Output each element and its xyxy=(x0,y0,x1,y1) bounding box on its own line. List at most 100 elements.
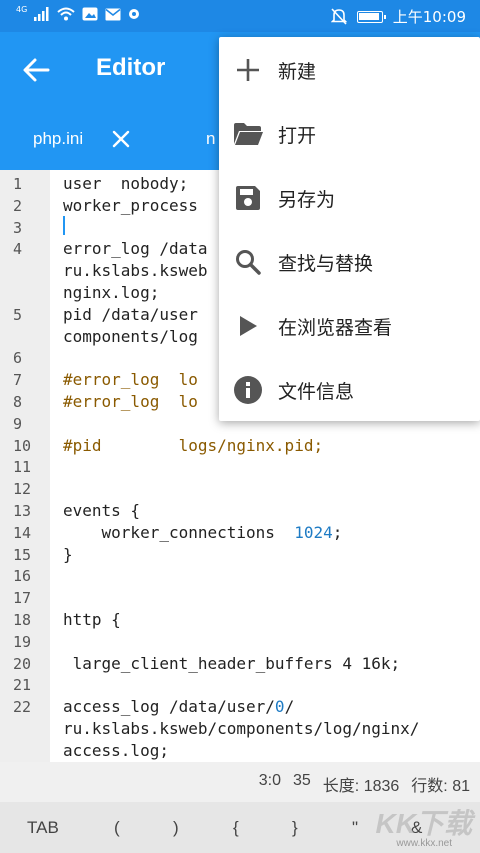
code-text: ru.kslabs.ksweb xyxy=(63,261,208,280)
page-title: Editor xyxy=(96,54,166,81)
line-number: 12 xyxy=(13,480,32,499)
key-close-paren[interactable]: ) xyxy=(173,818,179,838)
line-number: 17 xyxy=(13,589,32,608)
line-count: 行数: 81 xyxy=(411,778,470,795)
line-number: 10 xyxy=(13,436,32,455)
code-line: 13 events { xyxy=(0,501,480,523)
cursor-position: 3:0 xyxy=(258,772,281,789)
menu-item-label: 另存为 xyxy=(278,188,336,211)
code-segment: pid /data/user xyxy=(63,304,198,324)
code-text: events { xyxy=(63,501,140,520)
menu-item-view-in-browser[interactable]: 在浏览器查看 xyxy=(219,294,480,358)
code-segment: ru.kslabs.ksweb xyxy=(63,261,208,281)
menu-item-label: 文件信息 xyxy=(278,380,355,403)
code-segment: access.log; xyxy=(63,740,169,760)
back-arrow-icon[interactable] xyxy=(18,52,54,88)
line-number: 11 xyxy=(13,458,32,477)
code-segment: nginx.log; xyxy=(63,283,160,302)
code-text: access_log /data/user/0/ xyxy=(63,697,294,716)
line-number: 14 xyxy=(13,523,32,542)
code-line: 18 http { xyxy=(0,610,480,632)
code-line: ru.kslabs.ksweb/components/log/nginx/ xyxy=(0,719,480,741)
line-number: 6 xyxy=(13,349,23,368)
key-close-brace[interactable]: } xyxy=(292,818,298,838)
image-icon xyxy=(82,7,98,21)
code-line: 15} xyxy=(0,545,480,567)
line-number: 1 xyxy=(13,175,23,193)
symbol-toolbar: TAB ( ) { } " & KK下载 www.kkx.net xyxy=(0,802,480,853)
menu-item-open[interactable]: 打开 xyxy=(219,102,480,166)
menu-item-label: 新建 xyxy=(278,60,317,83)
code-line: 21 xyxy=(0,675,480,697)
line-number: 20 xyxy=(13,654,32,673)
code-segment: components/log xyxy=(63,326,198,346)
code-text: access.log; xyxy=(63,741,169,760)
code-segment: access_log /data/user/ xyxy=(63,697,275,717)
menu-item-find-replace[interactable]: 查找与替换 xyxy=(219,230,480,294)
play-icon xyxy=(233,311,263,341)
signal-icon xyxy=(34,7,49,21)
key-open-brace[interactable]: { xyxy=(233,818,239,838)
close-icon[interactable] xyxy=(111,129,131,149)
code-text: user nobody; xyxy=(63,174,188,193)
code-segment: worker_process xyxy=(63,195,198,215)
code-line: 20 large_client_header_buffers 4 16k; xyxy=(0,654,480,676)
menu-item-file-info[interactable]: 文件信息 xyxy=(219,358,480,422)
code-number: 1024 xyxy=(294,522,333,542)
tab-php-ini[interactable]: php.ini xyxy=(0,108,172,170)
battery-icon xyxy=(356,10,386,23)
folder-open-icon xyxy=(233,119,263,149)
tab-label: n xyxy=(206,129,216,148)
mute-bell-icon xyxy=(330,8,347,25)
code-text: #error_log lo xyxy=(63,392,198,411)
text-cursor xyxy=(63,216,65,235)
code-line: 11 xyxy=(0,457,480,479)
code-text: components/log xyxy=(63,327,198,346)
line-number: 19 xyxy=(13,632,32,651)
code-line: 16 xyxy=(0,566,480,588)
code-text: http { xyxy=(63,610,121,629)
line-number: 8 xyxy=(13,393,23,411)
menu-item-label: 打开 xyxy=(278,124,317,147)
key-quote[interactable]: " xyxy=(352,818,358,838)
code-text: #error_log lo xyxy=(63,370,198,389)
code-segment: events { xyxy=(63,501,141,520)
code-text: large_client_header_buffers 4 16k; xyxy=(63,654,401,673)
code-segment: / xyxy=(284,697,295,717)
code-line: 17 xyxy=(0,588,480,610)
line-number: 21 xyxy=(13,676,32,695)
length-info: 长度: 1836 xyxy=(322,778,400,795)
code-text: ru.kslabs.ksweb/components/log/nginx/ xyxy=(63,719,419,738)
code-text: nginx.log; xyxy=(63,283,159,302)
clock: 上午10:09 xyxy=(392,8,466,26)
code-segment: worker_connections xyxy=(63,522,295,542)
save-icon xyxy=(233,183,263,213)
code-segment: ; xyxy=(332,522,343,542)
wifi-icon xyxy=(57,7,75,21)
code-text: error_log /data xyxy=(63,239,208,258)
tab-nginx[interactable]: n xyxy=(206,108,215,170)
code-number: 0 xyxy=(274,697,285,717)
column-count: 35 xyxy=(293,772,311,789)
code-line: 22 access_log /data/user/0/ xyxy=(0,697,480,719)
code-line: 12 xyxy=(0,479,480,501)
menu-item-new[interactable]: 新建 xyxy=(219,38,480,102)
line-number: 13 xyxy=(13,502,32,520)
key-open-paren[interactable]: ( xyxy=(114,818,120,838)
code-segment: user nobody; xyxy=(63,174,189,193)
watermark-logo: KK下载 xyxy=(375,808,472,839)
code-segment: http { xyxy=(63,610,121,629)
code-text: worker_connections 1024; xyxy=(63,522,343,542)
code-line: 10 #pid logs/nginx.pid; xyxy=(0,436,480,458)
line-number: 4 xyxy=(13,240,23,259)
code-line: access.log; xyxy=(0,741,480,762)
line-number: 7 xyxy=(13,371,23,390)
code-text: pid /data/user xyxy=(63,305,198,324)
menu-item-save-as[interactable]: 另存为 xyxy=(219,166,480,230)
code-segment: } xyxy=(63,544,73,564)
info-icon xyxy=(233,375,263,405)
code-line: 14 worker_connections 1024; xyxy=(0,523,480,545)
line-number: 2 xyxy=(13,196,23,215)
key-tab[interactable]: TAB xyxy=(27,818,59,838)
line-number: 22 xyxy=(13,698,32,717)
